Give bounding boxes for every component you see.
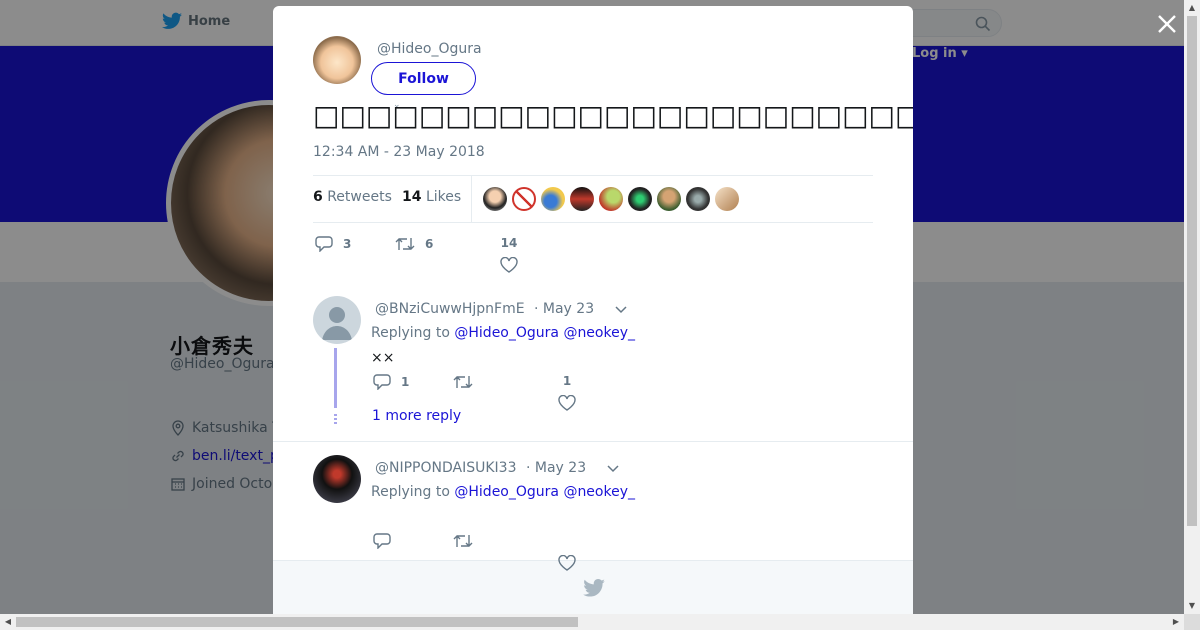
replying-to: Replying to @Hideo_Ogura @neokey_ (371, 325, 635, 341)
liker-avatars (483, 187, 739, 211)
more-replies-link[interactable]: 1 more reply (372, 408, 461, 424)
follow-button[interactable]: Follow (371, 62, 476, 95)
scroll-up-icon[interactable]: ▲ (1184, 0, 1200, 16)
scroll-left-icon[interactable]: ◀ (0, 614, 16, 630)
heart-icon (558, 394, 576, 411)
scrollbar-thumb[interactable] (16, 617, 578, 627)
liker-avatar[interactable] (599, 187, 623, 211)
retweet-icon (453, 376, 473, 388)
chevron-down-icon[interactable] (607, 465, 619, 473)
reply-handle[interactable]: @NIPPONDAISUKI33 (375, 460, 516, 476)
reply-button[interactable]: 1 (373, 374, 409, 390)
reply-button[interactable] (373, 533, 391, 549)
liker-avatar[interactable] (657, 187, 681, 211)
reply-date[interactable]: · May 23 (526, 460, 586, 476)
reply-divider (273, 441, 913, 442)
liker-avatar[interactable] (686, 187, 710, 211)
reply-avatar[interactable] (313, 455, 361, 503)
liker-avatar[interactable] (570, 187, 594, 211)
modal-footer (273, 560, 913, 614)
tweet-modal: @Hideo_Ogura Follow ⌄ □□□□□□□□□□□□□□□□□□… (273, 6, 913, 614)
tweet-timestamp[interactable]: 12:34 AM - 23 May 2018 (313, 144, 485, 160)
scroll-right-icon[interactable]: ▶ (1168, 614, 1184, 630)
reply-text: ×× (371, 350, 395, 366)
like-button[interactable]: 14 (494, 236, 524, 277)
tweet-author-avatar[interactable] (313, 36, 361, 84)
like-button[interactable] (552, 554, 582, 575)
likes-stat[interactable]: 14 Likes (402, 189, 461, 205)
reply-button[interactable]: 3 (315, 236, 351, 252)
retweet-button[interactable] (453, 374, 473, 390)
reply-date[interactable]: · May 23 (534, 301, 594, 317)
retweets-stat[interactable]: 6 Retweets (313, 189, 392, 205)
reply-icon (373, 374, 391, 390)
retweet-icon (453, 535, 473, 547)
heart-icon (500, 256, 518, 273)
heart-icon (558, 554, 576, 571)
reply-handle[interactable]: @BNziCuwwHjpnFmE (375, 301, 525, 317)
twitter-bird-icon (583, 579, 605, 597)
reply-icon (373, 533, 391, 549)
default-avatar-icon[interactable] (313, 296, 361, 344)
close-icon[interactable] (1156, 13, 1178, 35)
retweet-button[interactable]: 6 (395, 236, 433, 252)
blocked-avatar-icon[interactable] (512, 187, 536, 211)
chevron-down-icon[interactable] (615, 306, 627, 314)
vertical-scrollbar[interactable]: ▲ ▼ (1184, 0, 1200, 614)
tweet-stats: 6 Retweets 14 Likes (313, 175, 873, 223)
retweet-button[interactable] (453, 533, 473, 549)
liker-avatar[interactable] (628, 187, 652, 211)
thread-dots (334, 414, 337, 426)
liker-avatar[interactable] (541, 187, 565, 211)
horizontal-scrollbar[interactable]: ◀ ▶ (0, 614, 1184, 630)
tweet-author-handle[interactable]: @Hideo_Ogura (377, 41, 482, 57)
liker-avatar[interactable] (715, 187, 739, 211)
stats-divider (471, 176, 472, 223)
reply-icon (315, 236, 333, 252)
replying-to: Replying to @Hideo_Ogura @neokey_ (371, 484, 635, 500)
scroll-down-icon[interactable]: ▼ (1184, 598, 1200, 614)
scrollbar-thumb[interactable] (1187, 16, 1197, 526)
liker-avatar[interactable] (483, 187, 507, 211)
tweet-text: □□□□□□□□□□□□□□□□□□□□□□□□□□□□□□□□□□□□□□□□… (313, 99, 913, 132)
scrollbar-corner (1184, 614, 1200, 630)
like-button[interactable]: 1 (552, 374, 582, 415)
retweet-icon (395, 238, 415, 250)
thread-line (334, 348, 337, 408)
